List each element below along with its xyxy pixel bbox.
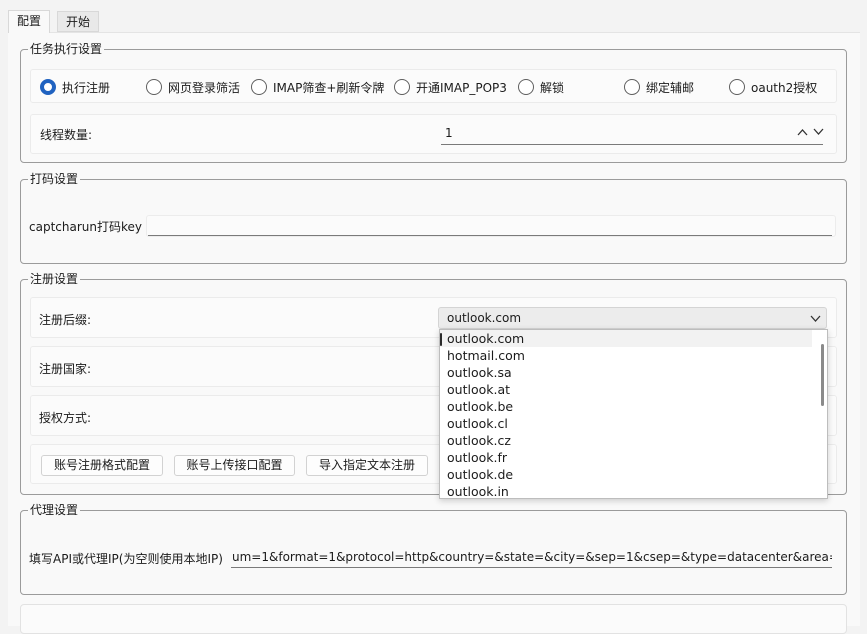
radio-unchecked-icon [394,79,410,95]
radio-checked-icon [40,79,56,95]
dropdown-option[interactable]: outlook.sa [447,364,512,381]
threads-label: 线程数量: [40,128,93,142]
radio-label: IMAP筛查+刷新令牌 [273,80,385,95]
threads-stepper-value[interactable]: 1 [445,126,453,140]
radio-execute-register[interactable]: 执行注册 [40,78,110,96]
next-settings-group [20,604,847,634]
threads-stepper-underline [441,144,823,145]
register-country-label: 注册国家: [39,362,92,376]
radio-label: oauth2授权 [751,80,818,95]
radio-label: 执行注册 [62,80,111,95]
captcha-settings-legend: 打码设置 [28,171,81,187]
radio-imap-filter-refresh[interactable]: IMAP筛查+刷新令牌 [251,78,384,96]
radio-unchecked-icon [146,79,162,95]
captcha-key-input[interactable] [146,215,836,237]
proxy-label: 填写API或代理IP(为空则使用本地IP) [29,552,223,566]
dropdown-option-label: outlook.com [447,331,525,346]
radio-oauth2-authorize[interactable]: oauth2授权 [729,78,817,96]
register-suffix-label: 注册后缀: [39,313,92,327]
register-settings-legend: 注册设置 [28,271,81,287]
dropdown-option[interactable]: outlook.de [447,466,513,483]
captcha-key-label: captcharun打码key [29,220,142,234]
tab-start-label: 开始 [66,15,91,29]
tab-config-label: 配置 [17,14,42,28]
dropdown-option[interactable]: outlook.fr [447,449,507,466]
selection-indicator [440,333,442,346]
dropdown-option[interactable]: hotmail.com [447,347,525,364]
captcha-key-underline [148,235,832,236]
radio-unlock[interactable]: 解锁 [518,78,564,96]
radio-label: 绑定辅邮 [646,80,695,95]
dropdown-option[interactable]: outlook.cz [447,432,511,449]
radio-enable-imap-pop3[interactable]: 开通IMAP_POP3 [394,78,507,96]
dropdown-option[interactable]: outlook.com [440,330,812,347]
register-suffix-dropdown-list: outlook.com hotmail.com outlook.sa outlo… [439,329,828,499]
radio-unchecked-icon [251,79,267,95]
chevron-up-icon[interactable] [797,128,808,136]
proxy-input[interactable]: um=1&format=1&protocol=http&country=&sta… [232,550,832,564]
import-text-register-button[interactable]: 导入指定文本注册 [306,455,428,476]
register-suffix-selected: outlook.com [447,311,522,325]
dropdown-option[interactable]: outlook.at [447,381,510,398]
tab-config[interactable]: 配置 [8,10,51,33]
radio-web-login-filter[interactable]: 网页登录筛活 [146,78,240,96]
account-upload-api-button[interactable]: 账号上传接口配置 [174,455,295,476]
radio-bind-recovery-email[interactable]: 绑定辅邮 [624,78,694,96]
tab-start[interactable]: 开始 [57,11,100,32]
task-settings-legend: 任务执行设置 [28,41,105,57]
tab-bar: 配置 开始 [0,0,867,33]
dropdown-scrollbar[interactable] [821,344,824,406]
radio-unchecked-icon [729,79,745,95]
task-mode-radio-row: 执行注册 网页登录筛活 IMAP筛查+刷新令牌 开通IMAP_POP3 解锁 绑… [30,69,837,103]
radio-unchecked-icon [518,79,534,95]
threads-row [30,114,837,154]
account-register-format-button[interactable]: 账号注册格式配置 [41,455,163,476]
proxy-input-underline [231,567,832,568]
radio-label: 开通IMAP_POP3 [416,80,507,95]
radio-unchecked-icon [624,79,640,95]
dropdown-option[interactable]: outlook.in [447,483,509,500]
chevron-down-icon [810,315,821,323]
dropdown-option[interactable]: outlook.cl [447,415,508,432]
auth-method-label: 授权方式: [39,411,92,425]
chevron-down-icon[interactable] [813,128,824,136]
register-suffix-select[interactable]: outlook.com [438,307,827,329]
radio-label: 网页登录筛活 [168,80,241,95]
dropdown-option[interactable]: outlook.be [447,398,513,415]
radio-label: 解锁 [540,80,565,95]
proxy-settings-legend: 代理设置 [28,502,81,518]
